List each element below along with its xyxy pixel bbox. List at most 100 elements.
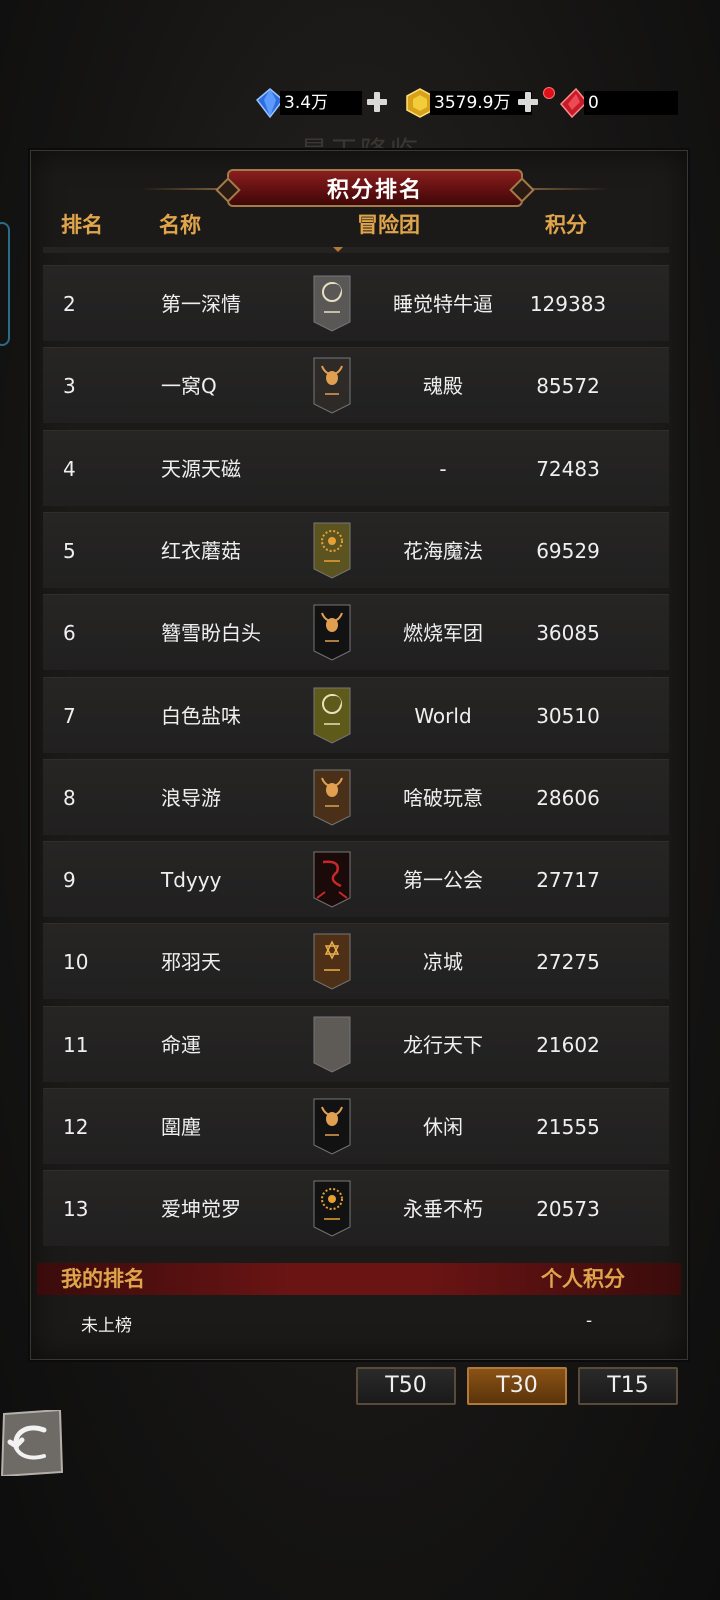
player-name-cell: 圍塵 [161,1115,201,1139]
blank-emblem [313,1016,351,1073]
my-rank-bar: 我的排名 个人积分 [37,1263,681,1295]
guild-name-cell: 燃烧军团 [403,621,483,646]
rank-cell: 6 [63,621,76,646]
title-banner: 积分排名 [227,169,523,207]
player-name-cell: Tdyyy [161,868,222,893]
column-header-name: 名称 [159,213,201,237]
scroll-top-edge [43,247,669,253]
rank-cell: 10 [63,950,89,975]
scroll-up-indicator-icon [331,247,345,252]
column-header-guild: 冒险团 [357,213,420,237]
player-name-cell: 簪雪盼白头 [161,621,261,646]
player-name-cell: 邪羽天 [161,950,221,975]
my-score-value: - [586,1311,593,1331]
bull-skull-emblem [313,1098,351,1155]
personal-score-label: 个人积分 [541,1267,625,1291]
rank-cell: 7 [63,703,76,728]
guild-name-cell: 休闲 [423,1115,463,1139]
guild-name-cell: 魂殿 [423,374,463,399]
ranking-panel: 积分排名 排名 名称 冒险团 积分 2 第一深情 睡觉特牛逼 129383 3 一窝Q 魂殿… [30,150,688,1360]
player-name-cell: 白色盐味 [161,703,241,728]
rank-cell: 4 [63,456,76,481]
table-row[interactable]: 12 圍塵 休闲 21555 [43,1088,669,1164]
diamond-amount: 3.4万 [280,91,362,115]
player-name-cell: 红衣蘑菇 [161,538,241,563]
player-name-cell: 浪导游 [161,785,221,810]
player-name-cell: 命運 [161,1032,201,1057]
side-panel-edge[interactable] [0,222,10,346]
rank-cell: 2 [63,292,76,316]
table-row[interactable]: 7 白色盐味 World 30510 [43,676,669,753]
add-diamond-icon[interactable] [366,91,388,113]
score-cell: 69529 [536,538,600,563]
table-row[interactable]: 9 Tdyyy 第一公会 27717 [43,841,669,918]
table-row[interactable]: 5 红衣蘑菇 花海魔法 69529 [43,511,669,588]
diamond-currency: 3.4万 [256,88,362,118]
rank-cell: 11 [63,1032,89,1057]
table-row[interactable]: 13 爱坤觉罗 永垂不朽 20573 [43,1170,669,1247]
player-name-cell: 一窝Q [161,374,217,399]
table-row[interactable]: 10 邪羽天 凉城 27275 [43,923,669,1000]
score-cell: 20573 [536,1197,600,1222]
table-row[interactable]: 3 一窝Q 魂殿 85572 [43,347,669,424]
score-cell: 27275 [536,950,600,975]
score-cell: 28606 [536,785,600,810]
table-row[interactable]: 2 第一深情 睡觉特牛逼 129383 [43,265,669,341]
my-rank-label: 我的排名 [61,1267,145,1291]
score-cell: 36085 [536,621,600,646]
ruby-amount: 0 [584,91,678,115]
rank-cell: 5 [63,538,76,563]
table-row[interactable]: 6 簪雪盼白头 燃烧军团 36085 [43,594,669,671]
title-ornament-left [141,188,221,190]
notification-dot [543,87,555,99]
guild-name-cell: - [439,456,447,481]
rank-cell: 9 [63,868,76,893]
guild-name-cell: 第一公会 [403,868,483,893]
guild-name-cell: 龙行天下 [403,1032,483,1057]
guild-name-cell: World [414,703,472,728]
my-rank-value: 未上榜 [81,1316,132,1336]
tab-t15[interactable]: T15 [578,1367,678,1405]
gold-currency: 3579.9万 [406,88,532,118]
bull-skull-emblem [313,769,351,826]
moon-emblem [313,687,351,744]
rank-cell: 3 [63,374,76,399]
guild-name-cell: 凉城 [423,950,463,975]
score-cell: 27717 [536,868,600,893]
tab-t30[interactable]: T30 [467,1367,567,1405]
ruby-currency: 0 [560,88,678,118]
tab-t50[interactable]: T50 [356,1367,456,1405]
score-cell: 21602 [536,1032,600,1057]
score-cell: 21555 [536,1115,600,1139]
panel-title: 积分排名 [326,178,423,203]
column-header-score: 积分 [545,213,587,237]
guild-name-cell: 睡觉特牛逼 [393,292,493,316]
bull-skull-emblem [313,604,351,661]
ranking-list[interactable]: 2 第一深情 睡觉特牛逼 129383 3 一窝Q 魂殿 85572 4 天源天磁 - 72483 5 红… [43,247,669,1247]
guild-name-cell: 花海魔法 [403,538,483,563]
score-cell: 85572 [536,374,600,399]
score-cell: 30510 [536,703,600,728]
sun-eye-emblem [313,1180,351,1237]
rank-cell: 12 [63,1115,89,1139]
dragon-emblem [313,851,351,908]
guild-name-cell: 啥破玩意 [403,785,483,810]
add-gold-icon[interactable] [517,91,539,113]
score-cell: 129383 [529,292,607,316]
rank-cell: 13 [63,1197,89,1222]
rank-cell: 8 [63,785,76,810]
column-header-rank: 排名 [61,213,103,237]
player-name-cell: 爱坤觉罗 [161,1197,241,1222]
player-name-cell: 第一深情 [161,292,241,316]
back-arrow-icon[interactable] [0,1410,64,1476]
star-emblem [313,933,351,990]
title-ornament-right [529,188,609,190]
table-row[interactable]: 11 命運 龙行天下 21602 [43,1005,669,1082]
player-name-cell: 天源天磁 [161,456,241,481]
guild-name-cell: 永垂不朽 [403,1197,483,1222]
score-cell: 72483 [536,456,600,481]
table-row[interactable]: 8 浪导游 啥破玩意 28606 [43,758,669,835]
bull-skull-emblem [313,357,351,414]
table-row[interactable]: 4 天源天磁 - 72483 [43,429,669,506]
sun-eye-emblem [313,522,351,579]
